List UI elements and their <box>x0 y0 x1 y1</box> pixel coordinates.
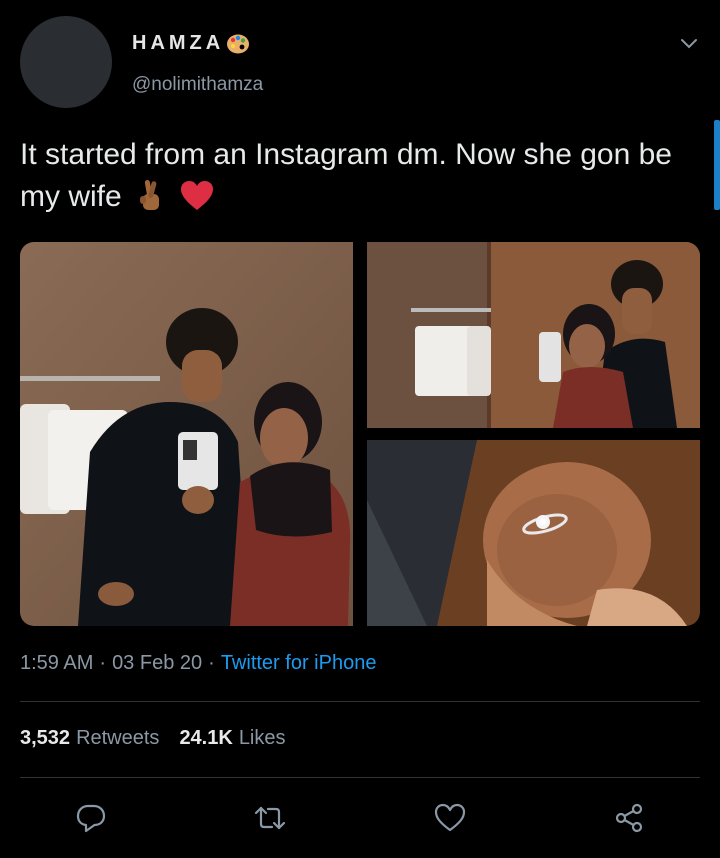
action-bar <box>0 796 720 840</box>
tweet-date[interactable]: 03 Feb 20 <box>112 652 202 675</box>
like-icon <box>434 803 466 832</box>
tweet-body: It started from an Instagram dm. Now she… <box>20 138 672 213</box>
photo-1[interactable] <box>20 242 353 626</box>
author-handle[interactable]: @nolimithamza <box>132 74 263 96</box>
likes-count: 24.1K <box>179 727 233 749</box>
retweet-button[interactable] <box>250 796 290 840</box>
reply-button[interactable] <box>71 796 111 840</box>
meta-separator-2: · <box>208 652 215 674</box>
photo-2[interactable] <box>367 242 700 428</box>
chevron-down-icon[interactable] <box>678 32 700 54</box>
likes-label: Likes <box>238 727 286 749</box>
share-icon <box>615 803 643 833</box>
media-grid <box>20 242 700 626</box>
reply-icon <box>76 804 106 833</box>
avatar[interactable] <box>20 16 112 108</box>
tweet-time[interactable]: 1:59 AM <box>20 652 93 675</box>
retweet-icon <box>254 806 286 830</box>
crossed-fingers-emoji-icon <box>140 180 160 210</box>
author-display-name: HAMZA <box>132 32 225 54</box>
tweet-stats: 3,532 Retweets 24.1K Likes <box>20 727 286 750</box>
retweets-stat[interactable]: 3,532 Retweets <box>20 727 159 750</box>
retweets-count: 3,532 <box>20 727 71 749</box>
photo-3[interactable] <box>367 440 700 626</box>
red-heart-emoji-icon <box>181 181 214 210</box>
tweet-text: It started from an Instagram dm. Now she… <box>20 134 710 218</box>
share-button[interactable] <box>609 796 649 840</box>
divider <box>20 777 700 778</box>
like-button[interactable] <box>430 796 470 840</box>
tweet-meta: 1:59 AM · 03 Feb 20 · Twitter for iPhone <box>20 652 376 675</box>
tweet-source-link[interactable]: Twitter for iPhone <box>221 652 377 675</box>
likes-stat[interactable]: 24.1K Likes <box>179 727 285 750</box>
divider <box>20 701 700 702</box>
author-name[interactable]: HAMZA <box>132 32 250 55</box>
palette-emoji-icon <box>227 34 250 53</box>
meta-separator: · <box>99 652 107 674</box>
retweets-label: Retweets <box>76 727 160 749</box>
scrollbar[interactable] <box>714 120 720 210</box>
